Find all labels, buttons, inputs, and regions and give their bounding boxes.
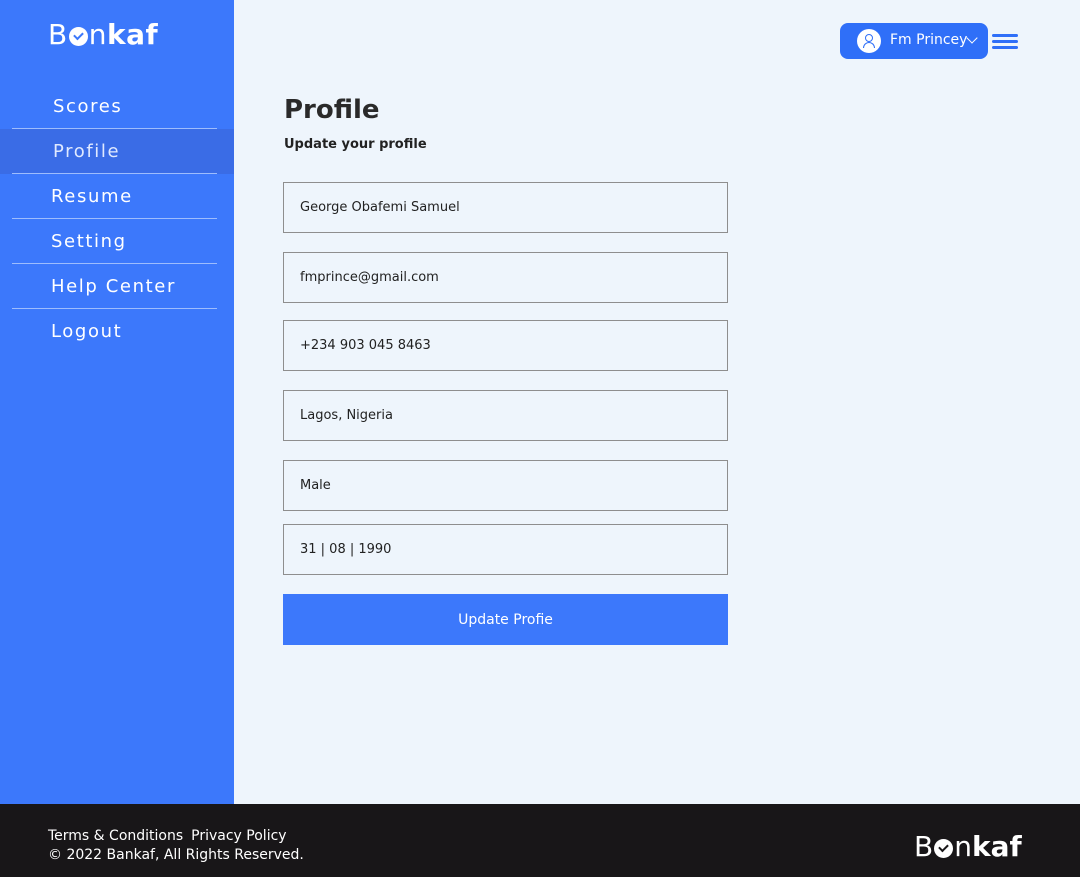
email-field[interactable]: [283, 252, 728, 303]
footer-logo[interactable]: Bn kaf: [914, 830, 1022, 863]
privacy-link[interactable]: Privacy Policy: [191, 828, 286, 844]
location-input[interactable]: [284, 391, 727, 440]
sidebar-item-resume[interactable]: Resume: [0, 174, 234, 219]
gender-input[interactable]: [284, 461, 727, 510]
sidebar: Bn kaf Scores Profile Resume Setting Help…: [0, 0, 234, 804]
full-name-field[interactable]: [283, 182, 728, 233]
update-profile-button[interactable]: Update Profie: [283, 594, 728, 645]
sidebar-item-label: Profile: [53, 141, 121, 162]
footer: Terms & Conditions Privacy Policy © 2022 …: [0, 804, 1080, 877]
copyright-text: © 2022 Bankaf, All Rights Reserved.: [48, 847, 304, 863]
full-name-input[interactable]: [284, 183, 727, 232]
brand-logo[interactable]: Bn kaf: [48, 18, 158, 51]
page-title: Profile: [284, 95, 380, 125]
user-name: Fm Princey: [890, 32, 968, 48]
sidebar-item-label: Setting: [51, 231, 127, 252]
footer-links: Terms & Conditions Privacy Policy: [48, 828, 287, 844]
sidebar-item-label: Help Center: [51, 276, 176, 297]
sidebar-item-label: Resume: [51, 186, 133, 207]
sidebar-item-profile[interactable]: Profile: [0, 129, 234, 174]
birthdate-field[interactable]: [283, 524, 728, 575]
logo-text-kaf: kaf: [106, 18, 159, 51]
birthdate-input[interactable]: [284, 525, 727, 574]
terms-link[interactable]: Terms & Conditions: [48, 828, 183, 844]
sidebar-item-label: Logout: [51, 321, 123, 342]
logo-text-b: B: [914, 830, 934, 863]
chevron-down-icon: [966, 32, 978, 44]
sidebar-item-help-center[interactable]: Help Center: [0, 264, 234, 309]
logo-text-n: n: [954, 830, 972, 863]
phone-input[interactable]: [284, 321, 727, 370]
hamburger-menu-icon[interactable]: [992, 32, 1018, 50]
page-subtitle: Update your profile: [284, 137, 427, 152]
gender-field[interactable]: [283, 460, 728, 511]
sidebar-item-logout[interactable]: Logout: [0, 309, 234, 354]
sidebar-item-setting[interactable]: Setting: [0, 219, 234, 264]
location-field[interactable]: [283, 390, 728, 441]
phone-field[interactable]: [283, 320, 728, 371]
user-menu-button[interactable]: Fm Princey: [840, 23, 988, 59]
logo-text-kaf: kaf: [971, 830, 1022, 863]
logo-text-b: B: [48, 18, 68, 51]
logo-check-icon: [68, 27, 88, 46]
logo-check-icon: [934, 839, 954, 858]
sidebar-nav: Scores Profile Resume Setting Help Cente…: [0, 84, 234, 354]
sidebar-item-scores[interactable]: Scores: [0, 84, 234, 129]
email-input[interactable]: [284, 253, 727, 302]
logo-text-n: n: [88, 18, 107, 51]
user-avatar-icon: [857, 29, 881, 53]
sidebar-item-label: Scores: [53, 96, 123, 117]
